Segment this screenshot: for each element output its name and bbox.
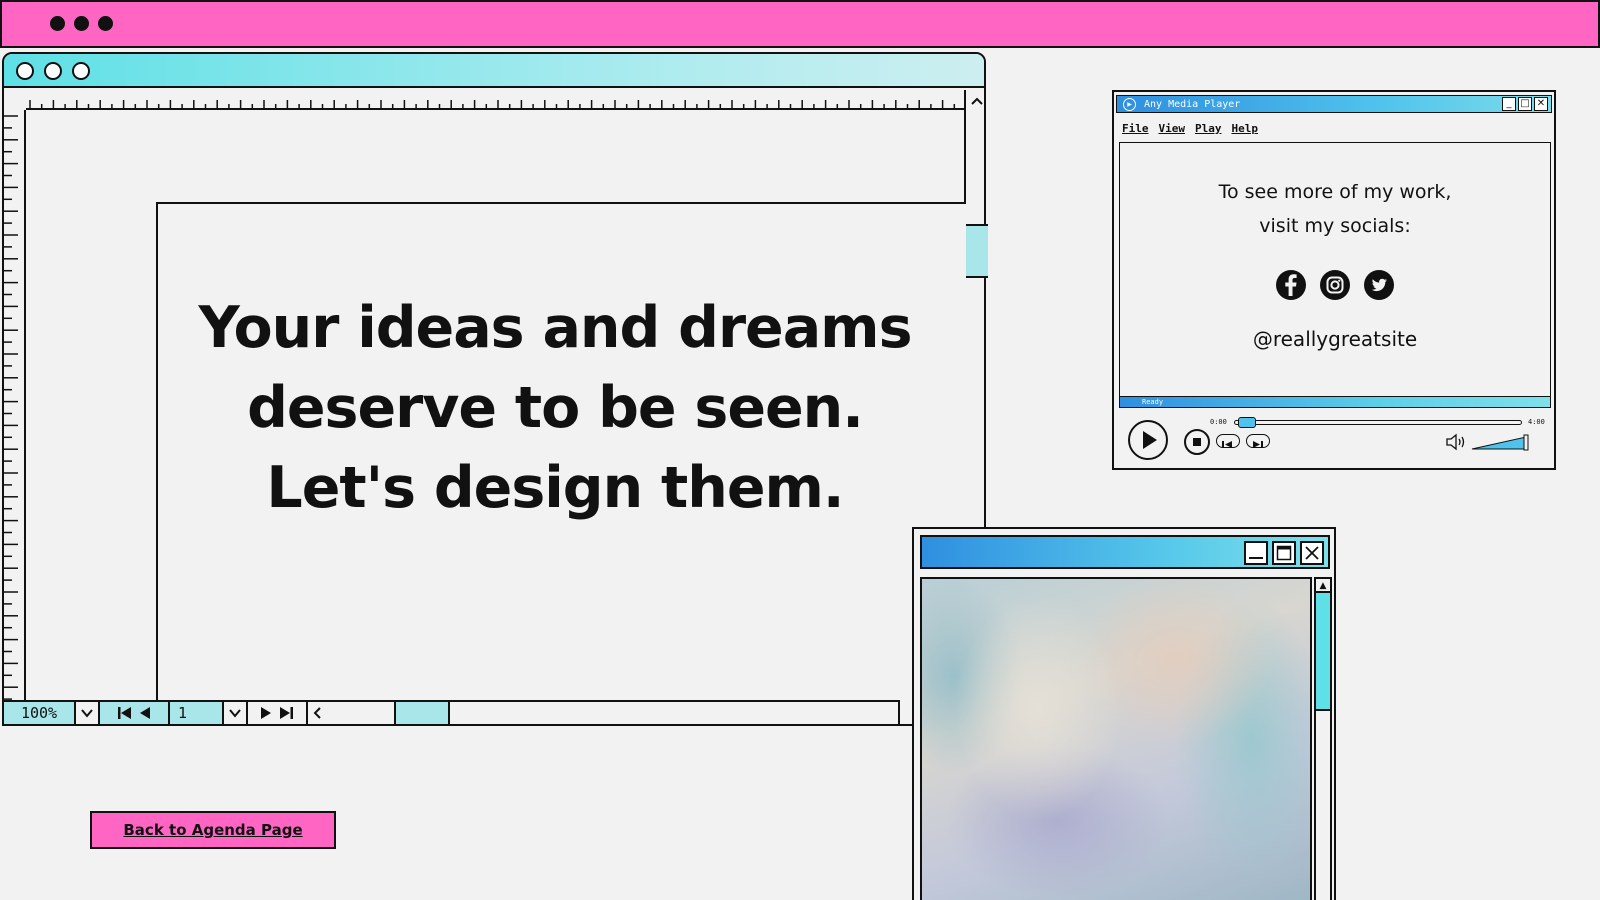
next-page-icon[interactable] [260,706,272,720]
headline-line: Your ideas and dreams [198,295,912,361]
facebook-icon[interactable] [1275,269,1307,301]
page-number-field[interactable]: 1 [170,702,224,724]
maximize-button[interactable]: □ [1518,97,1532,111]
time-total: 4:00 [1528,418,1545,426]
skip-forward-button[interactable] [1246,434,1270,448]
page-nav-back [100,702,170,724]
menu-item-play[interactable]: Play [1195,122,1222,135]
minimize-circle-button[interactable] [44,62,62,80]
volume-control[interactable] [1446,432,1536,452]
page-nav-forward [248,702,308,724]
maximize-icon [1276,545,1292,561]
horizontal-scrollbar-thumb[interactable] [396,702,450,724]
editor-title-bar [4,54,984,88]
skip-forward-icon [1253,441,1263,448]
scroll-up-arrow-icon[interactable]: ▲ [1316,579,1330,593]
back-to-agenda-button[interactable]: Back to Agenda Page [90,811,336,849]
menu-item-view[interactable]: View [1159,122,1186,135]
volume-level [1471,436,1527,450]
last-page-icon[interactable] [278,706,294,720]
media-player-screen: To see more of my work, visit my socials… [1119,142,1551,406]
dot-icon [74,16,89,31]
close-button[interactable]: ✕ [1534,97,1548,111]
volume-knob [1523,434,1529,451]
social-handle: @reallygreatsite [1252,327,1418,351]
chevron-down-icon [81,709,93,718]
chevron-left-icon [313,707,321,719]
skip-back-button[interactable] [1216,434,1240,448]
window-dots [50,16,113,31]
maximize-button[interactable] [1272,541,1296,565]
page-dropdown-button[interactable] [224,702,248,724]
media-player-title-bar: ▶ Any Media Player _ □ ✕ [1116,95,1552,113]
player-controls: 0:00 4:00 [1114,414,1554,466]
play-circle-icon: ▶ [1123,97,1136,111]
twitter-icon[interactable] [1363,269,1395,301]
image-window: ▲ [912,527,1336,900]
previous-page-icon[interactable] [139,706,151,720]
chevron-down-icon [229,709,241,718]
stop-button[interactable] [1184,429,1210,455]
maximize-circle-button[interactable] [72,62,90,80]
chevron-up-icon[interactable] [966,90,988,112]
abstract-photo [920,577,1312,900]
scroll-left-button[interactable] [308,702,396,724]
scrollbar-thumb[interactable] [1316,593,1330,711]
seek-bar[interactable] [1234,417,1522,428]
message-line: To see more of my work, [1218,181,1452,203]
close-icon [1305,546,1319,560]
social-icons [1120,269,1550,301]
time-elapsed: 0:00 [1210,418,1227,426]
menu-item-help[interactable]: Help [1232,122,1259,135]
ruler-ticks [4,115,18,700]
media-player-title: Any Media Player [1144,98,1241,110]
top-bar [0,0,1600,48]
message-line: visit my socials: [1259,215,1411,237]
instagram-icon[interactable] [1319,269,1351,301]
zoom-dropdown-button[interactable] [76,702,100,724]
minimize-icon [1249,557,1263,559]
dot-icon [50,16,65,31]
skip-back-icon [1222,441,1232,448]
media-player-window: ▶ Any Media Player _ □ ✕ File View Play … [1112,90,1556,470]
image-window-title-bar [920,535,1330,569]
horizontal-scrollbar-track[interactable] [450,702,898,724]
speaker-icon [1446,433,1465,451]
play-icon [1143,431,1157,449]
ruler-ticks [29,100,956,110]
horizontal-ruler [26,90,964,110]
menu-item-file[interactable]: File [1122,122,1149,135]
minimize-button[interactable] [1244,541,1268,565]
stop-icon [1193,438,1201,446]
vertical-ruler [4,110,26,704]
image-vertical-scrollbar[interactable]: ▲ [1314,577,1332,900]
first-page-icon[interactable] [117,706,133,720]
close-circle-button[interactable] [16,62,34,80]
zoom-level[interactable]: 100% [4,702,76,724]
media-player-menu: File View Play Help [1122,122,1258,135]
close-button[interactable] [1300,541,1324,565]
headline: Your ideas and dreams deserve to be seen… [152,288,958,528]
headline-line: Let's design them. [266,455,844,521]
socials-message: To see more of my work, visit my socials… [1120,175,1550,243]
play-button[interactable] [1128,420,1168,460]
player-status-bar: Ready [1119,396,1551,408]
dot-icon [98,16,113,31]
headline-line: deserve to be seen. [247,375,864,441]
minimize-button[interactable]: _ [1502,97,1516,111]
scrollbar-thumb[interactable] [966,224,988,278]
seek-knob[interactable] [1238,417,1257,428]
editor-status-bar: 100% 1 [2,700,900,726]
